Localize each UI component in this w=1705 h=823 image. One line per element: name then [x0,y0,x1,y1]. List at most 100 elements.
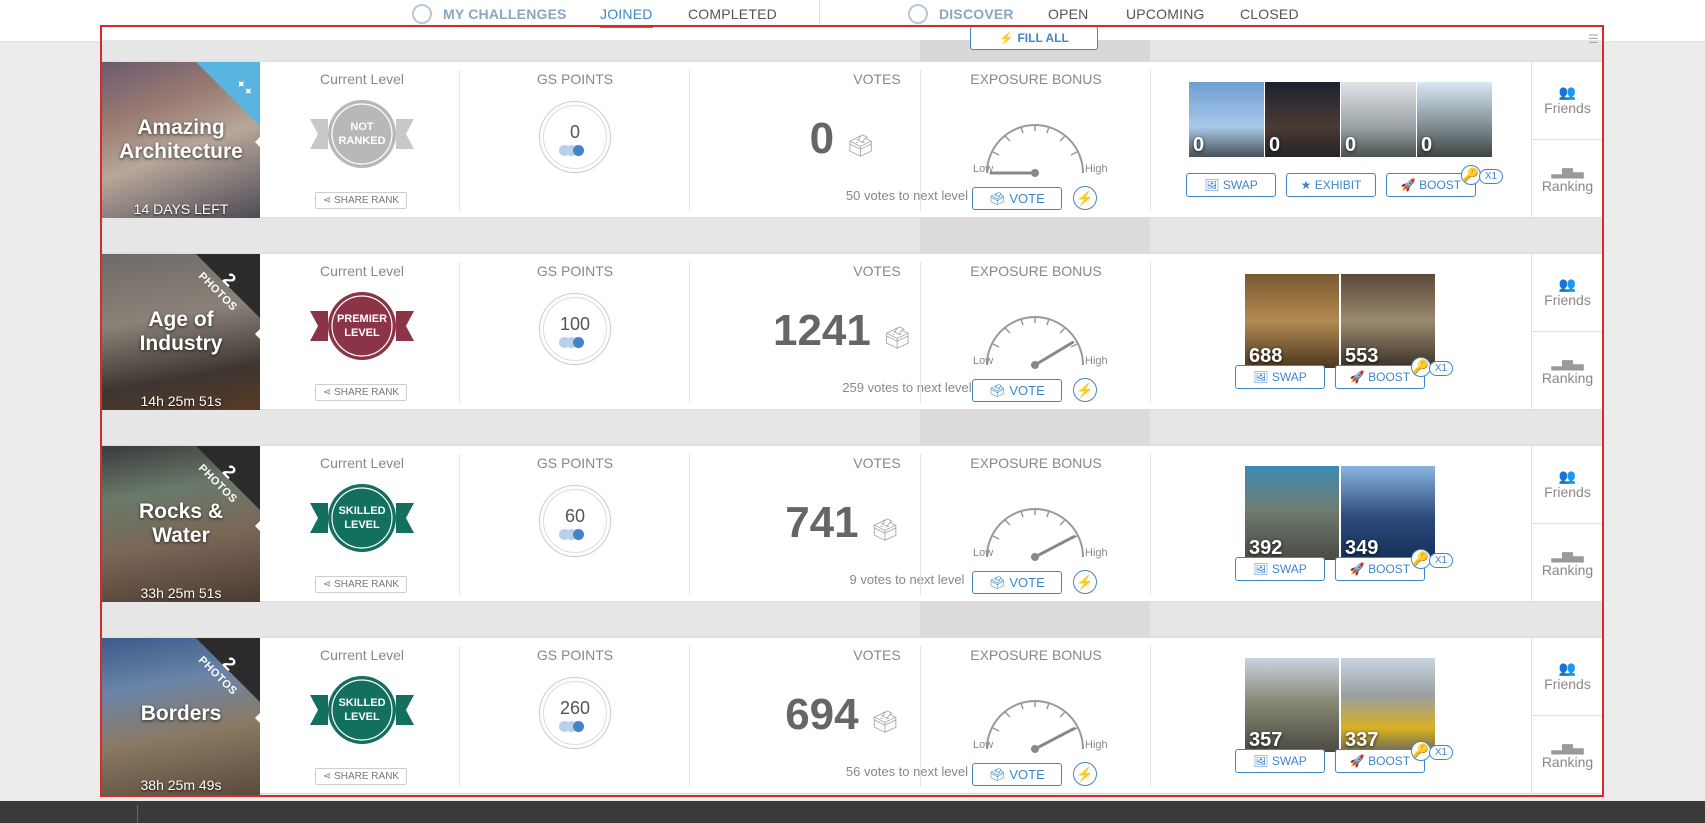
entry-photo[interactable]: 392 [1245,466,1339,560]
tab-closed[interactable]: CLOSED [1240,6,1299,22]
gauge-low-label: Low [973,355,993,367]
friends-button[interactable]: 👥 Friends [1532,62,1603,140]
side-actions: 👥 Friends ▂▅▃ Ranking [1531,254,1603,409]
exhibit-button[interactable]: ★ EXHIBIT [1286,173,1376,197]
entry-photo[interactable]: 357 [1245,658,1339,752]
current-level-label: Current Level [319,455,405,471]
vote-button[interactable]: 🗳 VOTE [972,379,1062,402]
ranking-button[interactable]: ▂▅▃ Ranking [1532,716,1603,793]
vote-button[interactable]: 🗳 VOTE [972,763,1062,786]
boost-bolt-button[interactable]: ⚡ [1073,186,1097,210]
column-divider [1150,646,1151,787]
column-divider [459,646,460,787]
challenge-row: 2 PHOTOS Borders 38h 25m 49s Current Leve… [102,637,1603,795]
share-rank-button[interactable]: ⋖ SHARE RANK [315,192,407,209]
challenge-row: 2 PHOTOS Rocks & Water 33h 25m 51s Current… [102,445,1603,603]
vote-label: VOTE [1009,383,1045,398]
column-divider [689,70,690,211]
entry-photo[interactable]: 0 [1341,82,1416,157]
swap-button[interactable]: 🖼 SWAP [1235,557,1325,581]
column-divider [1150,262,1151,403]
share-rank-label: SHARE RANK [334,579,400,590]
side-actions: 👥 Friends ▂▅▃ Ranking [1531,446,1603,601]
ranking-button[interactable]: ▂▅▃ Ranking [1532,524,1603,601]
vote-button[interactable]: 🗳 VOTE [972,187,1062,210]
boost-bolt-button[interactable]: ⚡ [1073,378,1097,402]
my-challenges-icon [412,4,432,24]
gs-points-value: 260 [559,698,591,718]
entry-photo[interactable]: 688 [1245,274,1339,368]
gs-points-value: 0 [569,122,580,142]
entry-photo[interactable]: 337 [1341,658,1435,752]
ranking-button[interactable]: ▂▅▃ Ranking [1532,140,1603,217]
challenge-thumbnail[interactable]: ✦✦ Amazing Architecture 14 DAYS LEFT [102,62,260,219]
challenge-thumbnail[interactable]: 2 PHOTOS Rocks & Water 33h 25m 51s [102,446,260,603]
vote-button[interactable]: 🗳 VOTE [972,571,1062,594]
friends-icon: 👥 [1558,276,1577,292]
entry-photo[interactable]: 0 [1189,82,1264,157]
entry-photo[interactable]: 0 [1417,82,1492,157]
swap-button[interactable]: 🖼 SWAP [1235,365,1325,389]
tab-open[interactable]: OPEN [1048,6,1088,22]
ranking-button[interactable]: ▂▅▃ Ranking [1532,332,1603,409]
gs-points-label: GS POINTS [536,455,614,471]
swap-button[interactable]: 🖼 SWAP [1235,749,1325,773]
level-line1: NOT [350,121,374,133]
tab-completed[interactable]: COMPLETED [688,6,777,22]
key-count-badge: X1 [1429,745,1453,760]
scroll-handle-icon[interactable]: ☰ [1588,32,1599,46]
thumb-notch [255,711,260,725]
votes-count: 694 [785,690,859,739]
discover-icon [908,4,928,24]
gs-points-ring: 60 [539,485,611,557]
gs-dots-icon [559,143,584,161]
swap-label: SWAP [1271,370,1307,384]
tab-joined[interactable]: JOINED [600,6,653,28]
current-level-label: Current Level [319,263,405,279]
friends-button[interactable]: 👥 Friends [1532,254,1603,332]
fill-all-button[interactable]: ⚡ FILL ALL [970,26,1098,50]
vote-label: VOTE [1009,575,1045,590]
current-level-label: Current Level [319,647,405,663]
gauge-high-label: High [1085,547,1108,559]
ranking-label: Ranking [1541,562,1594,578]
photo-vote-count: 0 [1269,134,1281,156]
challenge-timer: 14 DAYS LEFT [133,201,229,217]
boost-bolt-button[interactable]: ⚡ [1073,762,1097,786]
friends-button[interactable]: 👥 Friends [1532,446,1603,524]
share-rank-label: SHARE RANK [334,387,400,398]
boost-bolt-button[interactable]: ⚡ [1073,570,1097,594]
row-gap-highlight [920,218,1150,253]
tab-upcoming[interactable]: UPCOMING [1126,6,1205,22]
share-rank-button[interactable]: ⋖ SHARE RANK [315,384,407,401]
swap-button[interactable]: 🖼 SWAP [1186,173,1276,197]
column-divider [459,454,460,595]
level-line1: SKILLED [338,505,386,517]
votes-label: VOTES [853,455,901,471]
title-line1: Amazing [137,116,225,139]
share-rank-button[interactable]: ⋖ SHARE RANK [315,576,407,593]
challenge-thumbnail[interactable]: 2 PHOTOS Borders 38h 25m 49s [102,638,260,795]
friends-icon: 👥 [1558,84,1577,100]
level-line2: LEVEL [344,327,380,339]
fill-bar [102,40,1602,61]
share-rank-button[interactable]: ⋖ SHARE RANK [315,768,407,785]
column-divider [920,454,921,595]
exposure-bonus-label: EXPOSURE BONUS [970,455,1102,471]
column-divider [920,262,921,403]
votes-value: 694 🗳 [742,690,942,740]
gs-points-label: GS POINTS [536,71,614,87]
vote-label: VOTE [1009,191,1045,206]
nav-discover[interactable]: DISCOVER [939,6,1014,22]
entry-photo[interactable]: 553 [1341,274,1435,368]
challenge-thumbnail[interactable]: 2 PHOTOS Age of Industry 14h 25m 51s [102,254,260,411]
entry-photo[interactable]: 0 [1265,82,1340,157]
nav-my-challenges[interactable]: MY CHALLENGES [443,6,567,22]
gs-dots-icon [559,719,584,737]
friends-icon: 👥 [1558,660,1577,676]
title-line2: Water [152,524,210,547]
thumb-notch [255,135,260,149]
entry-photo[interactable]: 349 [1341,466,1435,560]
friends-button[interactable]: 👥 Friends [1532,638,1603,716]
column-divider [1150,70,1151,211]
